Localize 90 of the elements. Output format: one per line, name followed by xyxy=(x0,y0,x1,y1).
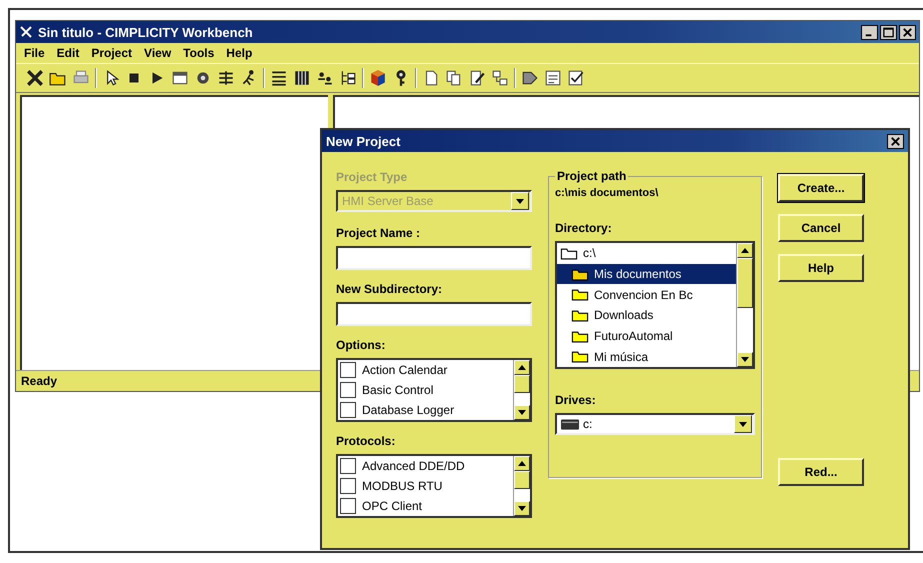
lines-icon[interactable] xyxy=(217,69,235,87)
window-title: Sin titulo - CIMPLICITY Workbench xyxy=(38,24,254,40)
dialog-button[interactable]: Help xyxy=(778,254,864,282)
folder-icon xyxy=(571,268,589,280)
folder-icon xyxy=(571,350,589,364)
list-icon[interactable] xyxy=(270,69,288,87)
directory-item[interactable]: Mis documentos xyxy=(557,264,736,284)
caret-icon xyxy=(516,198,524,204)
field-label: Directory: xyxy=(555,221,613,235)
minimize-button[interactable] xyxy=(861,24,878,40)
scroll-down-button[interactable] xyxy=(514,405,530,420)
scroll-up-button[interactable] xyxy=(514,360,530,375)
folder-icon xyxy=(571,288,589,302)
scrollbar[interactable] xyxy=(513,360,530,420)
option-label: Advanced DDE/DD xyxy=(362,459,465,473)
project-path-text: c:\mis documentos\ xyxy=(555,187,660,199)
checkbox[interactable] xyxy=(340,362,356,378)
field-label: Drives: xyxy=(555,393,597,407)
cube-icon[interactable] xyxy=(369,69,387,87)
directory-item[interactable]: c:\ xyxy=(557,243,736,264)
directory-item[interactable]: Downloads xyxy=(557,305,736,326)
menu-item[interactable]: Edit xyxy=(56,46,80,60)
scroll-down-button[interactable] xyxy=(737,352,753,367)
menu-item[interactable]: View xyxy=(144,46,172,60)
dropdown-button[interactable] xyxy=(511,192,529,210)
checkbox[interactable] xyxy=(340,478,356,494)
checkbox[interactable] xyxy=(340,498,356,514)
caret-down-icon xyxy=(518,410,526,415)
field-label: Project Type xyxy=(336,170,408,184)
folder-icon xyxy=(560,246,578,260)
caret-up-icon xyxy=(741,248,749,253)
folder-icon xyxy=(571,330,589,343)
option-label: Action Calendar xyxy=(362,363,448,377)
close-button[interactable] xyxy=(887,134,904,148)
field-label: New Subdirectory: xyxy=(336,282,444,296)
subdirectory-field[interactable] xyxy=(336,302,532,326)
scrollbar[interactable] xyxy=(736,243,753,367)
project-name-field[interactable] xyxy=(336,246,532,270)
dropdown-value: HMI Server Base xyxy=(341,194,434,208)
folder-icon xyxy=(571,308,589,322)
scroll-up-button[interactable] xyxy=(737,243,753,258)
directory-item[interactable]: Convencion En Bc xyxy=(557,284,736,306)
option-label: MODBUS RTU xyxy=(362,479,442,493)
checkbox[interactable] xyxy=(340,458,356,474)
form-icon[interactable] xyxy=(544,69,562,87)
caret-up-icon xyxy=(518,461,526,466)
close-button[interactable] xyxy=(899,24,916,40)
field-label: Protocols: xyxy=(336,434,396,448)
field-label: Project Name : xyxy=(336,226,422,240)
maximize-button[interactable] xyxy=(880,24,897,40)
network-icon[interactable] xyxy=(491,69,509,87)
tag-icon[interactable] xyxy=(521,69,539,87)
option-label: Database Logger xyxy=(362,403,454,417)
scrollbar[interactable] xyxy=(513,456,530,516)
scroll-thumb[interactable] xyxy=(514,375,530,393)
dialog-button[interactable]: Red... xyxy=(778,458,864,486)
caret-down-icon xyxy=(518,506,526,511)
drive-icon xyxy=(561,418,579,430)
group-label: Project path xyxy=(555,169,628,183)
option-label: OPC Client xyxy=(362,499,422,513)
menu-item[interactable]: File xyxy=(24,46,45,60)
menu-item[interactable]: Help xyxy=(226,46,252,60)
dropdown-button[interactable] xyxy=(734,415,752,433)
caret-down-icon xyxy=(741,357,749,362)
directory-item[interactable]: FuturoAutomal xyxy=(557,326,736,346)
option-label: Basic Control xyxy=(362,383,434,397)
checkbox[interactable] xyxy=(340,382,356,398)
scroll-thumb[interactable] xyxy=(737,258,753,308)
menu-item[interactable]: Project xyxy=(91,46,132,60)
caret-up-icon xyxy=(518,365,526,370)
scroll-thumb[interactable] xyxy=(514,471,530,489)
tree-icon[interactable] xyxy=(339,69,357,87)
dropdown-value: c: xyxy=(582,417,594,431)
caret-icon xyxy=(739,422,747,426)
status-text: Ready xyxy=(21,374,58,388)
scroll-down-button[interactable] xyxy=(514,501,530,516)
dialog-button[interactable]: Create... xyxy=(778,174,864,202)
scroll-up-button[interactable] xyxy=(514,456,530,471)
window-icon[interactable] xyxy=(171,69,189,87)
dialog-title: New Project xyxy=(326,134,400,148)
directory-item[interactable]: Mi música xyxy=(557,346,736,367)
menu-item[interactable]: Tools xyxy=(183,46,214,60)
checkbox[interactable] xyxy=(340,402,356,418)
drives-dropdown[interactable]: c: xyxy=(555,413,755,435)
dialog-button[interactable]: Cancel xyxy=(778,214,864,242)
checklist-icon[interactable] xyxy=(567,69,585,87)
edit-page-icon[interactable] xyxy=(468,69,486,87)
field-label: Options: xyxy=(336,338,386,352)
grid-icon[interactable] xyxy=(293,69,311,87)
copy-icon[interactable] xyxy=(445,69,463,87)
